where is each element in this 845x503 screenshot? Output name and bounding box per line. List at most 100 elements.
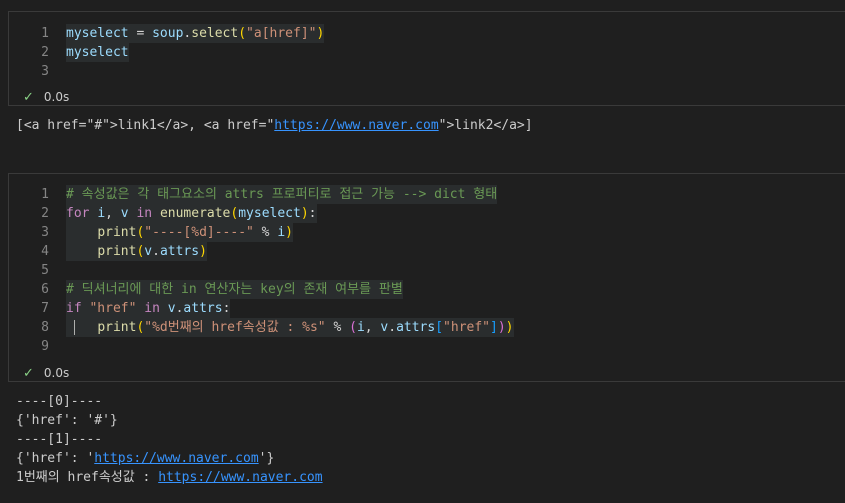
output-link[interactable]: https://www.naver.com	[158, 470, 322, 485]
code-token: "href"	[443, 320, 491, 335]
code-token: "%d번째의 href속성값 : %s"	[144, 320, 326, 335]
output-text: [<a href="#">link1</a>, <a href="	[16, 118, 275, 133]
code-token: if	[66, 301, 82, 316]
code-line[interactable]: 2 myselect	[9, 43, 845, 62]
code-token: myselect	[66, 26, 129, 41]
output-link[interactable]: https://www.naver.com	[274, 118, 438, 133]
code-token: i	[97, 206, 106, 221]
cell-1-exec-time: 0.0s	[43, 90, 70, 104]
code-token: i	[277, 225, 286, 240]
code-line[interactable]: 1 myselect = soup.select("a[href]")	[9, 24, 845, 43]
code-line[interactable]: 7 if "href" in v.attrs:	[9, 299, 845, 318]
code-token: )	[316, 26, 325, 41]
code-token: )	[285, 225, 293, 240]
code-token: ]	[490, 320, 498, 335]
code-token: %	[253, 225, 278, 240]
code-token: attrs	[396, 320, 436, 335]
code-token: )	[505, 320, 514, 335]
code-token: [	[435, 320, 444, 335]
code-token: print	[97, 225, 137, 240]
cell-2-status: ✓ 0.0s	[23, 364, 69, 382]
code-token: in	[144, 301, 160, 316]
code-token: )	[300, 206, 309, 221]
code-token: for	[66, 206, 90, 221]
checkmark-icon: ✓	[23, 366, 34, 381]
code-cell-2[interactable]: 1 # 속성값은 각 태그요소의 attrs 프로퍼티로 접근 가능 --> di…	[8, 173, 845, 382]
code-token: v	[144, 244, 153, 259]
code-token: myselect	[66, 45, 129, 60]
code-text: myselect = soup.select("a[href]")	[66, 24, 325, 43]
output-text: {'href': '	[16, 451, 95, 466]
code-token: .	[152, 244, 160, 259]
line-number: 5	[41, 263, 49, 278]
code-line[interactable]: 5	[9, 261, 845, 280]
code-token: # 딕셔너리에 대한 in 연산자는 key의 존재 여부를 판별	[66, 282, 403, 297]
code-text: print("----[%d]----" % i)	[66, 223, 293, 242]
code-token: )	[199, 244, 207, 259]
code-token: =	[128, 26, 153, 41]
line-number: 3	[41, 225, 49, 240]
checkmark-icon: ✓	[23, 90, 34, 105]
line-number: 6	[41, 282, 49, 297]
code-text: myselect	[66, 43, 129, 62]
code-token: "----[%d]----"	[144, 225, 254, 240]
code-token: select	[191, 26, 239, 41]
output-text: ">link2</a>]	[438, 118, 533, 133]
text-cursor	[74, 320, 75, 335]
output-line: {'href': 'https://www.naver.com'}	[16, 449, 274, 468]
line-number: 4	[41, 244, 49, 259]
code-token: "href"	[89, 301, 137, 316]
code-token: in	[136, 206, 153, 221]
code-line[interactable]: 3	[9, 62, 845, 81]
line-number: 9	[41, 339, 49, 354]
code-token: enumerate	[159, 206, 231, 221]
cell-2-exec-time: 0.0s	[43, 366, 70, 380]
output-text: ----[1]----	[16, 432, 103, 447]
code-token: soup	[152, 26, 184, 41]
code-text: print("%d번째의 href속성값 : %s" % (i, v.attrs…	[66, 318, 514, 337]
code-line[interactable]: 8 print("%d번째의 href속성값 : %s" % (i, v.att…	[9, 318, 845, 337]
code-token: %	[325, 320, 350, 335]
code-token: )	[497, 320, 506, 335]
cell-1-status: ✓ 0.0s	[23, 88, 69, 106]
code-line[interactable]: 4 print(v.attrs)	[9, 242, 845, 261]
code-text: for i, v in enumerate(myselect):	[66, 204, 317, 223]
code-token: attrs	[159, 244, 200, 259]
code-line[interactable]: 6 # 딕셔너리에 대한 in 연산자는 key의 존재 여부를 판별	[9, 280, 845, 299]
code-cell-1[interactable]: 1 myselect = soup.select("a[href]") 2 mysel…	[8, 11, 845, 106]
code-line[interactable]: 2 for i, v in enumerate(myselect):	[9, 204, 845, 223]
code-text: if "href" in v.attrs:	[66, 299, 231, 318]
output-line: ----[1]----	[16, 430, 102, 449]
output-text: 1번째의 href속성값 :	[16, 470, 159, 485]
code-token: (	[238, 26, 247, 41]
output-line: ----[0]----	[16, 392, 102, 411]
code-text: # 속성값은 각 태그요소의 attrs 프로퍼티로 접근 가능 --> dic…	[66, 185, 498, 204]
code-token: (	[349, 320, 357, 335]
code-token: v	[167, 301, 176, 316]
line-number: 3	[41, 64, 49, 79]
line-number: 8	[41, 320, 49, 335]
line-number: 7	[41, 301, 49, 316]
output-text: ----[0]----	[16, 394, 103, 409]
code-line[interactable]: 3 print("----[%d]----" % i)	[9, 223, 845, 242]
code-line[interactable]: 1 # 속성값은 각 태그요소의 attrs 프로퍼티로 접근 가능 --> di…	[9, 185, 845, 204]
code-token: "a[href]"	[246, 26, 317, 41]
output-line: 1번째의 href속성값 : https://www.naver.com	[16, 468, 323, 487]
code-token: myselect	[238, 206, 301, 221]
line-number: 2	[41, 206, 49, 221]
code-line[interactable]: 9	[9, 337, 845, 356]
code-token: print	[97, 320, 137, 335]
code-text: print(v.attrs)	[66, 242, 207, 261]
output-text: {'href': '#'}	[16, 413, 118, 428]
line-number: 1	[41, 26, 49, 41]
line-number: 1	[41, 187, 49, 202]
code-token: .	[388, 320, 397, 335]
code-token: attrs	[183, 301, 223, 316]
code-token: i	[356, 320, 365, 335]
output-link[interactable]: https://www.naver.com	[94, 451, 258, 466]
code-token: print	[97, 244, 137, 259]
code-token: :	[222, 301, 231, 316]
